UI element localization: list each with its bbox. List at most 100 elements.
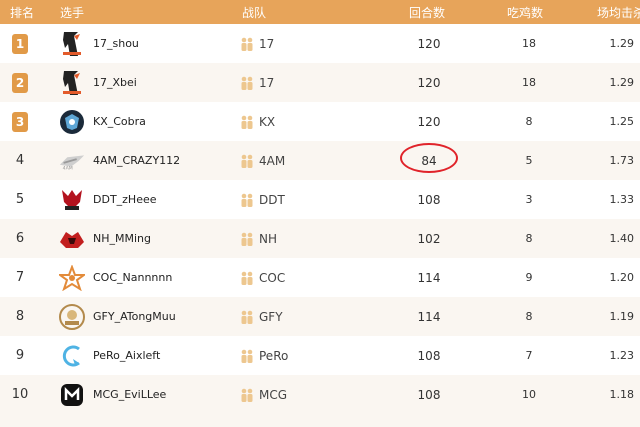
- team-kx-logo: [58, 108, 86, 136]
- rank-cell: 10: [0, 375, 40, 414]
- player-name[interactable]: 17_shou: [93, 24, 139, 63]
- chicken-value: 8: [525, 232, 533, 245]
- header-avg[interactable]: 场均击杀: [597, 4, 640, 21]
- logo-cell: [56, 297, 88, 336]
- team-gfy-logo: [58, 303, 86, 331]
- team-icon: [240, 387, 254, 403]
- logo-cell: [56, 375, 88, 414]
- player-name[interactable]: 4AM_CRAZY112: [93, 141, 180, 180]
- chicken-value: 8: [525, 310, 533, 323]
- team-cell[interactable]: NH: [240, 219, 277, 258]
- team-cell[interactable]: GFY: [240, 297, 283, 336]
- team-name: PeRo: [259, 348, 289, 363]
- team-icon: [240, 192, 254, 208]
- player-name[interactable]: PeRo_Aixleft: [93, 336, 160, 375]
- logo-cell: [56, 180, 88, 219]
- team-cell[interactable]: KX: [240, 102, 275, 141]
- team-name: 4AM: [259, 153, 286, 168]
- rank-badge: 2: [12, 72, 28, 93]
- team-cell[interactable]: PeRo: [240, 336, 288, 375]
- team-cell[interactable]: 4AM: [240, 141, 285, 180]
- team-cell[interactable]: DDT: [240, 180, 285, 219]
- table-row[interactable]: 4 4AM 4AM_CRAZY112 4AM 84 5 1.73: [0, 141, 640, 180]
- player-name[interactable]: MCG_EviLLee: [93, 375, 166, 414]
- table-row[interactable]: 8 GFY_ATongMuu GFY 114 8 1.19: [0, 297, 640, 336]
- chicken-value: 7: [525, 349, 533, 362]
- avg-kills-value: 1.19: [609, 310, 635, 323]
- avg-kills-value: 1.20: [609, 271, 635, 284]
- avg-kills-value: 1.29: [609, 37, 635, 50]
- rank-number: 9: [15, 348, 25, 363]
- svg-text:4AM: 4AM: [63, 165, 73, 171]
- table-header: 排名 选手 战队 回合数 吃鸡数 场均击杀: [0, 0, 640, 24]
- rounds-value: 108: [417, 348, 441, 363]
- table-row[interactable]: 1 17_shou 17 120 18 1.29: [0, 24, 640, 63]
- header-chicken[interactable]: 吃鸡数: [507, 4, 543, 21]
- header-rounds[interactable]: 回合数: [409, 4, 445, 21]
- team-icon: [240, 36, 254, 52]
- team-coc-logo: [58, 264, 86, 292]
- chicken-value: 18: [522, 37, 536, 50]
- avg-kills-value: 1.23: [609, 349, 635, 362]
- rank-cell: 2: [0, 63, 40, 102]
- team-name: MCG: [259, 387, 288, 402]
- rounds-value: 120: [417, 75, 441, 90]
- table-row[interactable]: 3 KX_Cobra KX 120 8 1.25: [0, 102, 640, 141]
- avg-kills-value: 1.33: [609, 193, 635, 206]
- table-row[interactable]: 7 COC_Nannnnn COC 114 9 1.20: [0, 258, 640, 297]
- logo-cell: 4AM: [56, 141, 88, 180]
- rounds-value: 114: [417, 270, 441, 285]
- team-cell[interactable]: 17: [240, 24, 274, 63]
- chicken-value: 8: [525, 115, 533, 128]
- team-name: COC: [259, 270, 286, 285]
- team-icon: [240, 114, 254, 130]
- team-cell[interactable]: MCG: [240, 375, 287, 414]
- player-name[interactable]: GFY_ATongMuu: [93, 297, 176, 336]
- team-name: DDT: [259, 192, 285, 207]
- chicken-value: 3: [525, 193, 533, 206]
- team-17-logo: [58, 69, 86, 97]
- header-player[interactable]: 选手: [60, 4, 84, 21]
- rank-cell: 8: [0, 297, 40, 336]
- logo-cell: [56, 63, 88, 102]
- player-name[interactable]: NH_MMing: [93, 219, 151, 258]
- team-icon: [240, 153, 254, 169]
- team-icon: [240, 348, 254, 364]
- rounds-value: 84: [421, 153, 437, 168]
- team-ddt-logo: [58, 186, 86, 214]
- rounds-value: 114: [417, 309, 441, 324]
- player-name[interactable]: KX_Cobra: [93, 102, 146, 141]
- team-name: NH: [259, 231, 277, 246]
- team-nh-logo: [58, 225, 86, 253]
- player-name[interactable]: DDT_zHeee: [93, 180, 157, 219]
- player-name[interactable]: COC_Nannnnn: [93, 258, 172, 297]
- rank-cell: 9: [0, 336, 40, 375]
- logo-cell: [56, 336, 88, 375]
- avg-kills-value: 1.29: [609, 76, 635, 89]
- table-row[interactable]: 10 MCG_EviLLee MCG 108 10 1.18: [0, 375, 640, 414]
- header-team[interactable]: 战队: [242, 4, 266, 21]
- rank-cell: 6: [0, 219, 40, 258]
- header-rank[interactable]: 排名: [10, 4, 34, 21]
- team-mcg-logo: [58, 381, 86, 409]
- team-cell[interactable]: COC: [240, 258, 285, 297]
- rounds-value: 120: [417, 114, 441, 129]
- team-cell[interactable]: 17: [240, 63, 274, 102]
- rank-number: 10: [11, 387, 29, 402]
- table-row[interactable]: 9 PeRo_Aixleft PeRo 108 7 1.23: [0, 336, 640, 375]
- logo-cell: [56, 24, 88, 63]
- rank-number: 6: [15, 231, 25, 246]
- team-name: 17: [259, 75, 275, 90]
- table-row[interactable]: 2 17_Xbei 17 120 18 1.29: [0, 63, 640, 102]
- table-row[interactable]: 5 DDT_zHeee DDT 108 3 1.33: [0, 180, 640, 219]
- rank-number: 5: [15, 192, 25, 207]
- team-name: GFY: [259, 309, 283, 324]
- rank-badge: 3: [12, 111, 28, 132]
- player-name[interactable]: 17_Xbei: [93, 63, 137, 102]
- rank-cell: 4: [0, 141, 40, 180]
- team-pero-logo: [58, 342, 86, 370]
- table-row[interactable]: 6 NH_MMing NH 102 8 1.40: [0, 219, 640, 258]
- team-17-logo: [58, 30, 86, 58]
- rank-number: 4: [15, 153, 25, 168]
- chicken-value: 5: [525, 154, 533, 167]
